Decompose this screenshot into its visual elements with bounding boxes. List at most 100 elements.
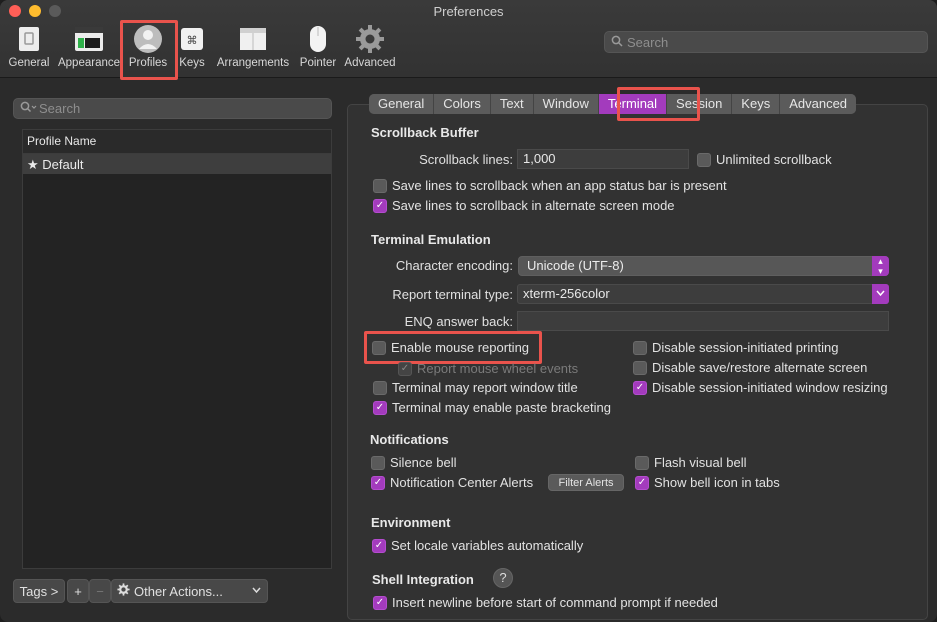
tab-terminal[interactable]: Terminal [598, 94, 668, 114]
show-bell-icon-label: Show bell icon in tabs [654, 475, 780, 490]
toolbar-pointer-label: Pointer [299, 57, 337, 69]
toolbar-advanced-label: Advanced [344, 57, 396, 69]
insert-newline-label: Insert newline before start of command p… [392, 595, 718, 610]
notification-center-alerts-label: Notification Center Alerts [390, 475, 534, 490]
disable-resizing-checkbox[interactable]: ✓ Disable session-initiated window resiz… [633, 380, 888, 395]
disable-alt-screen-label: Disable save/restore alternate screen [652, 360, 868, 375]
checkmark-icon: ✓ [373, 595, 387, 610]
enq-answer-back-input[interactable] [517, 311, 889, 331]
search-icon [611, 35, 623, 50]
add-profile-button[interactable]: + [67, 579, 89, 603]
show-bell-icon-checkbox[interactable]: ✓ Show bell icon in tabs [635, 475, 780, 490]
toolbar-search-input[interactable]: Search [604, 31, 928, 53]
checkmark-icon: ✓ [373, 198, 387, 213]
toolbar-arrangements-label: Arrangements [216, 57, 290, 69]
toolbar-profiles[interactable]: Profiles [125, 24, 171, 69]
flash-visual-bell-checkbox[interactable]: Flash visual bell [635, 455, 747, 470]
scrollback-lines-input[interactable]: 1,000 [517, 149, 689, 169]
silence-bell-checkbox[interactable]: Silence bell [371, 455, 457, 470]
disable-resizing-label: Disable session-initiated window resizin… [652, 380, 888, 395]
toolbar-general[interactable]: General [8, 24, 50, 69]
character-encoding-value: Unicode (UTF-8) [527, 258, 624, 273]
toolbar-arrangements[interactable]: Arrangements [214, 24, 292, 69]
mouse-icon [303, 24, 333, 54]
arrangements-icon [238, 24, 268, 54]
unlimited-scrollback-label: Unlimited scrollback [716, 152, 832, 167]
toolbar-profiles-label: Profiles [128, 57, 168, 69]
disable-alt-screen-checkbox[interactable]: Disable save/restore alternate screen [633, 360, 867, 375]
unlimited-scrollback-checkbox[interactable]: Unlimited scrollback [697, 152, 832, 167]
disable-printing-label: Disable session-initiated printing [652, 340, 839, 355]
scrollback-section-title: Scrollback Buffer [371, 125, 479, 140]
remove-profile-button[interactable]: − [89, 579, 111, 603]
appearance-icon [74, 24, 104, 54]
tab-text[interactable]: Text [490, 94, 534, 114]
titlebar: Preferences General Appearance Profiles … [0, 0, 937, 78]
tab-general[interactable]: General [369, 94, 435, 114]
enq-answer-back-label: ENQ answer back: [404, 314, 513, 329]
toolbar-appearance[interactable]: Appearance [56, 24, 122, 69]
checkmark-icon: ✓ [372, 538, 386, 553]
profile-search-input[interactable]: Search [13, 98, 332, 119]
checkbox-box [372, 340, 386, 355]
save-lines-status-bar-label: Save lines to scrollback when an app sta… [392, 178, 727, 193]
svg-text:⌘: ⌘ [187, 34, 198, 47]
gear-icon [117, 583, 130, 599]
character-encoding-select[interactable]: Unicode (UTF-8) ▴ ▾ [518, 256, 889, 276]
report-terminal-type-combobox[interactable]: xterm-256color [517, 284, 889, 304]
toolbar-keys[interactable]: ⌘ Keys [176, 24, 208, 69]
save-lines-alt-screen-checkbox[interactable]: ✓ Save lines to scrollback in alternate … [373, 198, 675, 213]
report-window-title-checkbox[interactable]: Terminal may report window title [373, 380, 578, 395]
checkmark-icon: ✓ [373, 400, 387, 415]
save-lines-alt-screen-label: Save lines to scrollback in alternate sc… [392, 198, 675, 213]
preferences-window: Preferences General Appearance Profiles … [0, 0, 937, 622]
profile-name-column-header[interactable]: Profile Name [23, 130, 331, 154]
tab-advanced[interactable]: Advanced [780, 94, 857, 114]
tags-button[interactable]: Tags > [13, 579, 65, 603]
notifications-section-title: Notifications [370, 432, 449, 447]
general-icon [14, 24, 44, 54]
checkmark-icon: ✓ [371, 475, 385, 490]
toolbar-pointer[interactable]: Pointer [296, 24, 340, 69]
checkbox-box [373, 380, 387, 395]
tab-colors[interactable]: Colors [434, 94, 491, 114]
enable-mouse-reporting-label: Enable mouse reporting [391, 340, 530, 355]
checkbox-box [371, 455, 385, 470]
set-locale-checkbox[interactable]: ✓ Set locale variables automatically [372, 538, 583, 553]
tab-keys[interactable]: Keys [732, 94, 781, 114]
tab-session[interactable]: Session [667, 94, 733, 114]
report-terminal-type-label: Report terminal type: [392, 287, 513, 302]
report-mouse-wheel-checkbox[interactable]: ✓ Report mouse wheel events [398, 361, 578, 376]
notification-center-alerts-checkbox[interactable]: ✓ Notification Center Alerts [371, 475, 533, 490]
toolbar-general-label: General [8, 57, 50, 69]
save-lines-status-bar-checkbox[interactable]: Save lines to scrollback when an app sta… [373, 178, 727, 193]
report-window-title-label: Terminal may report window title [392, 380, 578, 395]
checkbox-box [635, 455, 649, 470]
character-encoding-label: Character encoding: [395, 258, 513, 273]
report-terminal-type-value: xterm-256color [523, 286, 610, 301]
flash-visual-bell-label: Flash visual bell [654, 455, 747, 470]
toolbar-keys-label: Keys [179, 57, 205, 69]
profile-row-default[interactable]: ★ Default [23, 154, 331, 174]
other-actions-dropdown[interactable]: Other Actions... [111, 579, 268, 603]
enable-mouse-reporting-checkbox[interactable]: Enable mouse reporting [372, 340, 529, 355]
profile-name: Default [42, 157, 84, 172]
help-button[interactable]: ? [493, 568, 513, 588]
toolbar-advanced[interactable]: Advanced [343, 24, 397, 69]
paste-bracketing-label: Terminal may enable paste bracketing [392, 400, 611, 415]
chevron-down-icon [252, 584, 261, 599]
filter-alerts-button[interactable]: Filter Alerts [548, 474, 624, 491]
profile-list: Profile Name ★ Default [22, 129, 332, 569]
insert-newline-checkbox[interactable]: ✓ Insert newline before start of command… [373, 595, 718, 610]
window-title: Preferences [433, 4, 504, 19]
tab-window[interactable]: Window [533, 94, 599, 114]
star-icon: ★ [27, 157, 39, 172]
paste-bracketing-checkbox[interactable]: ✓ Terminal may enable paste bracketing [373, 400, 611, 415]
profiles-icon [133, 24, 163, 54]
disable-printing-checkbox[interactable]: Disable session-initiated printing [633, 340, 838, 355]
other-actions-label: Other Actions... [134, 583, 223, 599]
profile-search-placeholder: Search [39, 101, 81, 116]
keys-icon: ⌘ [177, 24, 207, 54]
checkmark-icon: ✓ [633, 380, 647, 395]
settings-tab-bar: General Colors Text Window Terminal Sess… [369, 94, 857, 114]
